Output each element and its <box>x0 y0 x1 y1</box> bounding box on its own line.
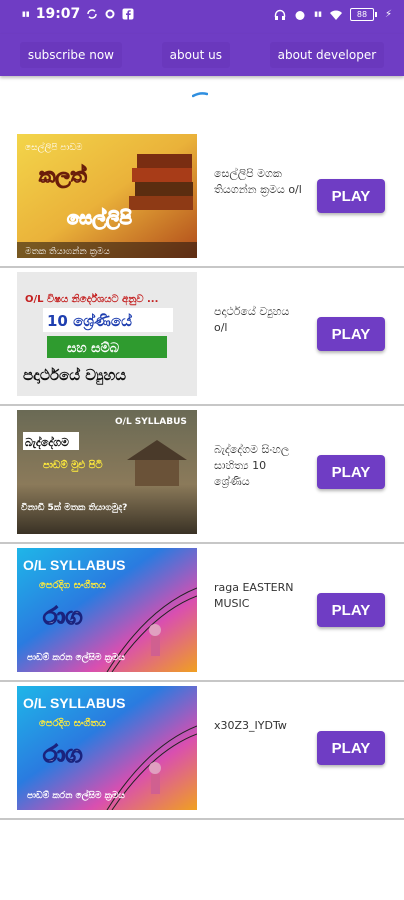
thumb-text: බැද්දේගම <box>25 435 69 450</box>
thumb-text: පාඩම් කරන ලේසිම ක්‍රමය <box>27 789 125 802</box>
charging-icon: ⚡ <box>384 9 392 20</box>
play-button[interactable]: PLAY <box>317 455 385 489</box>
top-tabs: subscribe now about us about developer <box>0 34 404 76</box>
video-thumbnail[interactable]: සෙල්ලිපි පාඩම කලත් සෙල්ලිපි මතක තියාගන්න… <box>17 134 197 258</box>
video-thumbnail[interactable]: O/L SYLLABUS බැද්දේගම පාඩම් මුළු පිටි වි… <box>17 410 197 534</box>
thumb-text: සහ සම්බ <box>67 340 120 356</box>
status-time: 19:07 <box>35 6 81 22</box>
thumb-text: මතක තියාගන්න ක්‍රමය <box>25 246 110 257</box>
headphones-icon <box>274 9 286 21</box>
thumb-text: පාඩම් කරන ලේසිම ක්‍රමය <box>27 651 125 664</box>
network-speed-icon: ▮▮ <box>314 10 322 18</box>
thumb-text: පාඩම් මුළු පිටි <box>43 458 103 472</box>
video-thumbnail[interactable]: O/L විෂය නිර්දේශයට අනුව ... 10 ශ්‍රේණියේ… <box>17 272 197 396</box>
thumb-text: රාග <box>43 602 83 630</box>
video-title: සෙල්ලිපි මගක තියගන්න ක්‍රමය o/l <box>214 167 302 196</box>
thumb-text: පෙරදිග සංගීතය <box>39 579 107 592</box>
facebook-icon <box>122 8 134 20</box>
thumb-text: O/L SYLLABUS <box>23 557 125 573</box>
video-title: x30Z3_IYDTw <box>214 719 287 732</box>
thumb-text: 10 ශ්‍රේණියේ <box>47 312 133 332</box>
list-item[interactable]: O/L SYLLABUS පෙරදිග සංගීතය රාග පාඩම් කරන… <box>0 682 404 820</box>
battery-icon: 88 <box>349 8 377 21</box>
settings-icon <box>104 8 116 20</box>
status-bar: ▮▮ 19:07 ▮▮ 88 ⚡ <box>0 0 404 34</box>
play-button[interactable]: PLAY <box>317 593 385 627</box>
sync-icon <box>86 8 98 20</box>
thumb-text: පෙරදිග සංගීතය <box>39 717 107 730</box>
thumb-text: සෙල්ලිපි පාඩම <box>25 142 83 153</box>
network-icon: ▮▮ <box>22 9 30 18</box>
play-button[interactable]: PLAY <box>317 317 385 351</box>
list-item[interactable]: O/L SYLLABUS බැද්දේගම පාඩම් මුළු පිටි වි… <box>0 406 404 544</box>
thumb-text: පදාර්ථයේ ව්‍යුහය <box>23 366 126 385</box>
wifi-icon <box>329 9 342 21</box>
list-item[interactable]: O/L විෂය නිර්දේශයට අනුව ... 10 ශ්‍රේණියේ… <box>0 268 404 406</box>
thumb-text: විනාඩි 5ක් මතක තියාගමුද? <box>21 501 127 514</box>
tab-about-us[interactable]: about us <box>161 42 230 68</box>
video-title: බැද්දේගම සිංහල සාහිත්‍ය 10 ශ්‍රේණිය <box>214 443 290 488</box>
video-thumbnail[interactable]: O/L SYLLABUS පෙරදිග සංගීතය රාග පාඩම් කරන… <box>17 686 197 810</box>
list-item[interactable]: සෙල්ලිපි පාඩම කලත් සෙල්ලිපි මතක තියාගන්න… <box>0 130 404 268</box>
thumb-text: O/L SYLLABUS <box>115 417 187 427</box>
thumb-text: O/L විෂය නිර්දේශයට අනුව ... <box>25 292 158 306</box>
status-right: ▮▮ 88 ⚡ <box>274 8 392 21</box>
video-thumbnail[interactable]: O/L SYLLABUS පෙරදිග සංගීතය රාග පාඩම් කරන… <box>17 548 197 672</box>
video-title: raga EASTERN MUSIC <box>214 581 294 610</box>
battery-level: 88 <box>349 8 374 21</box>
play-button[interactable]: PLAY <box>317 179 385 213</box>
alarm-icon <box>294 9 306 21</box>
play-button[interactable]: PLAY <box>317 731 385 765</box>
video-title: පදාර්ථයේ ව්‍යුහය o/l <box>214 305 290 334</box>
thumb-text: O/L SYLLABUS <box>23 695 125 711</box>
video-list: සෙල්ලිපි පාඩම කලත් සෙල්ලිපි මතක තියාගන්න… <box>0 130 404 820</box>
thumb-text: රාග <box>43 740 83 768</box>
loading-spinner <box>191 83 209 98</box>
status-left: ▮▮ 19:07 <box>22 6 134 22</box>
thumb-text: සෙල්ලිපි <box>67 207 132 230</box>
thumb-text: කලත් <box>39 163 87 189</box>
tab-subscribe-now[interactable]: subscribe now <box>19 42 122 68</box>
list-item[interactable]: O/L SYLLABUS පෙරදිග සංගීතය රාග පාඩම් කරන… <box>0 544 404 682</box>
tab-about-developer[interactable]: about developer <box>269 42 385 68</box>
